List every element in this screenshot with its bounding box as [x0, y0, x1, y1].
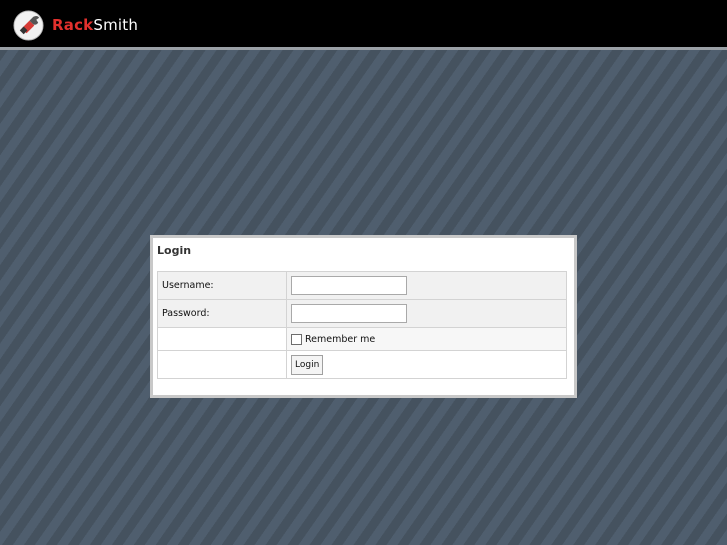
username-input[interactable]	[291, 276, 407, 295]
login-title: Login	[157, 244, 192, 257]
login-button[interactable]: Login	[291, 354, 324, 375]
remember-empty-cell	[157, 327, 287, 351]
submit-cell: Login	[286, 350, 567, 379]
logo-icon	[13, 10, 44, 41]
brand-name-part2: Smith	[93, 16, 139, 34]
remember-me-option[interactable]: Remember me	[291, 333, 562, 345]
login-panel: Login Username: Password: Remember me Lo…	[150, 235, 577, 398]
remember-me-checkbox[interactable]	[291, 333, 302, 345]
brand-name-part1: Rack	[52, 16, 94, 34]
username-label: Username:	[157, 271, 287, 300]
remember-me-label: Remember me	[305, 333, 376, 345]
password-input[interactable]	[291, 304, 407, 323]
username-row: Username:	[157, 271, 567, 300]
submit-empty-cell	[157, 350, 287, 379]
password-label: Password:	[157, 299, 287, 328]
remember-cell: Remember me	[286, 327, 567, 351]
remember-row: Remember me	[157, 327, 567, 351]
password-cell	[286, 299, 567, 328]
brand-logo-text: RackSmith	[52, 16, 138, 34]
submit-row: Login	[157, 350, 567, 379]
username-cell	[286, 271, 567, 300]
top-header-bar: RackSmith	[0, 0, 727, 50]
login-form-table: Username: Password: Remember me Login	[157, 271, 567, 379]
password-row: Password:	[157, 299, 567, 328]
